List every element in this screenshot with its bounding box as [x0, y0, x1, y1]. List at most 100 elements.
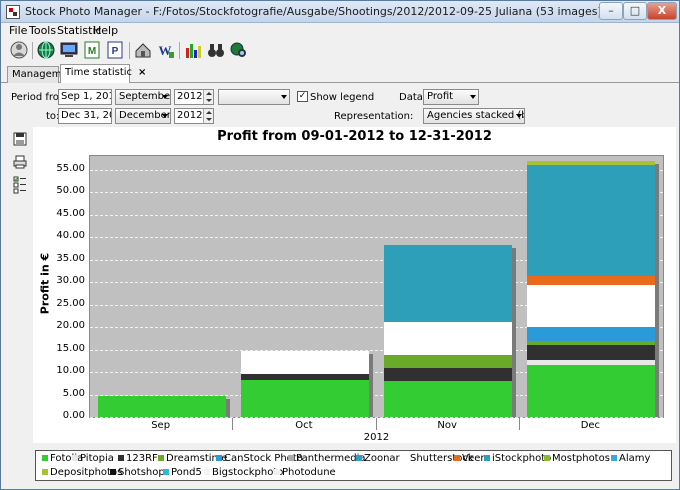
y-tick-label: 40.00 — [56, 230, 85, 241]
bar-segment-sep-fotolia[interactable] — [97, 396, 226, 417]
globe-icon[interactable] — [36, 40, 56, 60]
menu-file[interactable]: File — [9, 24, 27, 37]
chevron-down-icon — [162, 114, 168, 118]
spin-up-icon — [206, 92, 212, 95]
bar-segment-dec-fotolia[interactable] — [527, 365, 656, 417]
tab-close-icon[interactable]: × — [138, 67, 146, 78]
menu-tools[interactable]: Tools — [29, 24, 56, 37]
bar-segment-dec-pitopia[interactable] — [527, 359, 656, 366]
y-tick-label: 10.00 — [56, 365, 85, 376]
bar-segment-dec-dreamstime[interactable] — [527, 340, 656, 345]
menu-help[interactable]: Help — [93, 24, 118, 37]
y-tick-label: 25.00 — [56, 297, 85, 309]
legend-label: Pitopia — [80, 453, 114, 464]
minimize-button[interactable]: – — [599, 2, 623, 20]
chart-area: Profit from 09-01-2012 to 12-31-2012 Pro… — [33, 127, 676, 443]
y-tick-label: 30.00 — [56, 275, 85, 286]
x-tick-label: Dec — [580, 420, 601, 431]
title-bar: Stock Photo Manager - F:/Fotos/Stockfoto… — [1, 1, 679, 23]
legend-swatch — [42, 469, 48, 475]
legend-swatch — [72, 455, 78, 461]
bar-segment-dec-123rf[interactable] — [527, 345, 656, 360]
representation-value: Agencies stacked (bars) — [427, 110, 524, 121]
bar-segment-dec-istockphoto[interactable] — [527, 165, 656, 276]
chevron-down-icon — [162, 95, 168, 99]
print-icon[interactable] — [13, 155, 27, 169]
bar-segment-oct-shutterstock[interactable] — [240, 350, 369, 375]
bar-segment-oct-123rf[interactable] — [240, 374, 369, 380]
legend-swatch — [216, 455, 222, 461]
y-tick-label: 15.00 — [56, 342, 85, 354]
w-icon[interactable]: W — [156, 40, 176, 60]
binoculars-icon[interactable] — [206, 40, 226, 60]
representation-combo[interactable]: Agencies stacked (bars) — [423, 108, 525, 124]
spin-down-icon — [206, 118, 212, 121]
x-tick-label: Nov — [437, 420, 457, 431]
bar-segment-oct-fotolia[interactable] — [240, 379, 369, 417]
y-tick-label: 20.00 — [56, 320, 85, 331]
legend-label: Shotshop — [118, 467, 165, 478]
representation-label: Representation: — [334, 111, 414, 122]
bar-segment-dec-depositphotos[interactable] — [527, 160, 656, 165]
m-doc-icon[interactable]: M — [82, 40, 102, 60]
user-icon[interactable] — [9, 40, 29, 60]
tab-management[interactable]: Management — [7, 66, 78, 83]
chart-legend: Fotolia Pitopia 123RF Dreamstime CanStock Ph… — [35, 450, 672, 481]
chart-title: Profit from 09-01-2012 to 12-31-2012 — [217, 129, 492, 144]
to-month-combo[interactable]: December — [115, 108, 171, 124]
legend-item: Veer — [454, 453, 484, 464]
toolbar-separator — [32, 42, 33, 59]
y-tick-label: 50.00 — [56, 185, 85, 196]
p-doc-icon[interactable]: P — [105, 40, 125, 60]
from-date-field[interactable]: Sep 1, 2012 — [58, 89, 112, 105]
tab-time-statistic[interactable]: Time statistic × — [60, 64, 146, 83]
bar-segment-dec-shutterstock[interactable] — [527, 284, 656, 327]
legend-swatch — [544, 455, 550, 461]
legend-label: Bigstockphoto — [212, 467, 284, 478]
legend-label: 123RF — [126, 453, 158, 464]
legend-swatch — [402, 455, 408, 461]
legend-item: Alamy — [611, 453, 650, 464]
spinner-buttons[interactable] — [203, 90, 213, 104]
gridline — [90, 417, 663, 418]
to-date-field[interactable]: Dec 31, 2012 — [58, 108, 112, 124]
extra-combo[interactable] — [218, 89, 290, 105]
bar-segment-nov-istockphoto[interactable] — [384, 245, 513, 322]
y-tick-label: 35.00 — [56, 252, 85, 264]
spin-down-icon — [206, 99, 212, 102]
bar-segment-nov-dreamstime[interactable] — [384, 354, 513, 369]
bar-shadow — [655, 163, 660, 417]
maximize-button[interactable]: □ — [623, 2, 647, 20]
bar-segment-dec-canstock-photo[interactable] — [527, 327, 656, 341]
app-icon — [6, 5, 20, 19]
x-axis-label: 2012 — [363, 432, 390, 443]
checklist-icon[interactable] — [13, 176, 27, 194]
bar-segment-nov-shutterstock[interactable] — [384, 321, 513, 355]
chevron-down-icon — [281, 95, 287, 99]
globe-search-icon[interactable] — [229, 40, 249, 60]
spinner-buttons[interactable] — [203, 109, 213, 123]
bar-segment-nov-fotolia[interactable] — [384, 381, 513, 417]
data-value: Profit — [427, 91, 454, 102]
show-legend-checkbox[interactable]: ✓ — [297, 91, 308, 102]
data-combo[interactable]: Profit — [423, 89, 479, 105]
legend-item: Shotshop — [110, 467, 165, 478]
y-tick-label: 55.00 — [56, 162, 85, 174]
legend-swatch — [158, 455, 164, 461]
bar-chart-icon[interactable] — [183, 40, 203, 60]
monitor-icon[interactable] — [59, 40, 79, 60]
close-button[interactable]: X — [647, 2, 677, 20]
from-year-value: 2012 — [177, 91, 203, 102]
tab-time-statistic-label: Time statistic — [65, 67, 133, 78]
to-year-spinner[interactable]: 2012 — [174, 108, 214, 124]
time-statistic-panel: Period from: Sep 1, 2012 September 2012 … — [2, 83, 678, 488]
bar-segment-nov-123rf[interactable] — [384, 368, 513, 381]
from-year-spinner[interactable]: 2012 — [174, 89, 214, 105]
legend-item: Bigstockphoto — [204, 467, 283, 478]
upload-icon[interactable] — [133, 40, 153, 60]
from-month-combo[interactable]: September — [115, 89, 171, 105]
bar-segment-dec-veer[interactable] — [527, 275, 656, 285]
save-icon[interactable] — [13, 132, 27, 146]
x-axis-divider — [232, 418, 234, 430]
to-year-value: 2012 — [177, 110, 203, 121]
